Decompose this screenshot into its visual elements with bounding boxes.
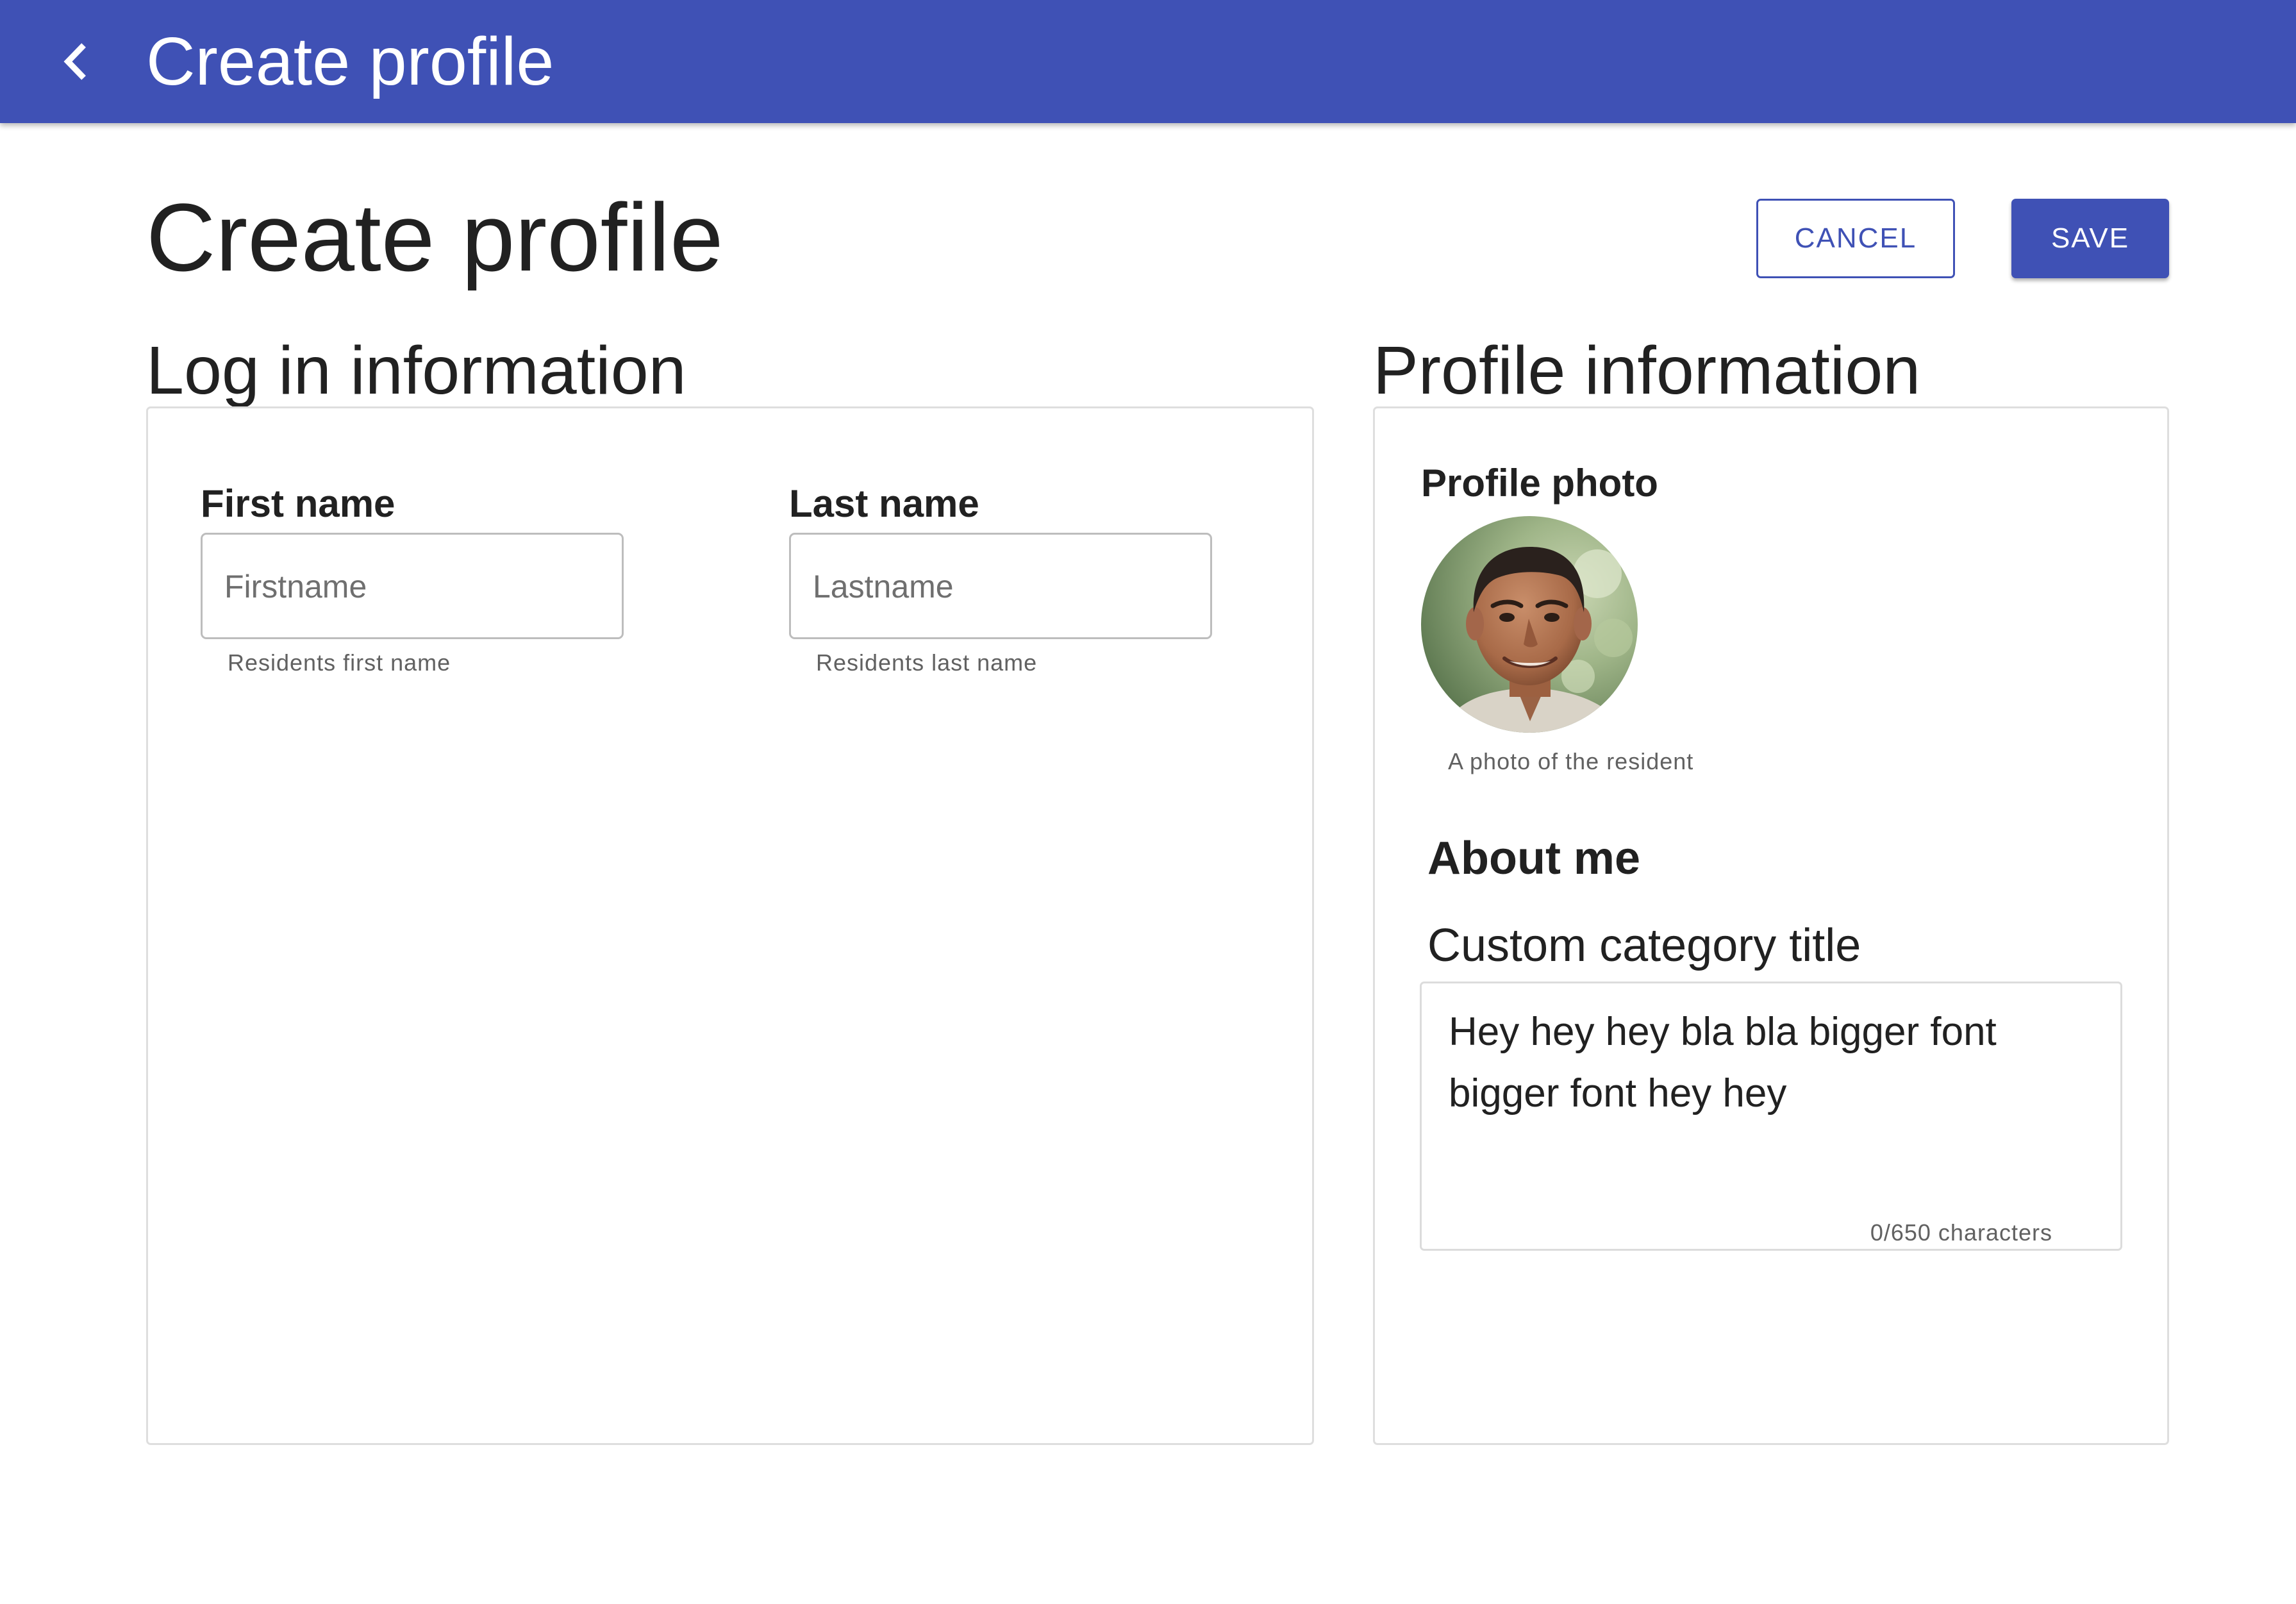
avatar[interactable]	[1421, 516, 1638, 733]
profile-photo-label: Profile photo	[1421, 462, 1658, 505]
last-name-input[interactable]	[811, 535, 1192, 639]
profile-info-card: Profile photo A photo of the resident Ab…	[1373, 406, 2169, 1445]
app-bar: Create profile	[0, 0, 2296, 123]
profile-section-title: Profile information	[1373, 333, 1921, 408]
custom-category-title: Custom category title	[1427, 920, 1861, 971]
about-me-textarea[interactable]: Hey hey hey bla bla bigger font bigger f…	[1420, 982, 2122, 1251]
cancel-button[interactable]: CANCEL	[1756, 199, 1955, 278]
first-name-helper: Residents first name	[228, 649, 451, 676]
about-me-text: Hey hey hey bla bla bigger font bigger f…	[1449, 1010, 1997, 1115]
first-name-field[interactable]	[201, 533, 624, 639]
login-section-title: Log in information	[146, 333, 686, 408]
character-counter: 0/650 characters	[1870, 1219, 2052, 1246]
profile-photo	[1421, 516, 1638, 733]
page-title: Create profile	[146, 183, 724, 291]
last-name-field[interactable]	[789, 533, 1212, 639]
app-bar-title: Create profile	[146, 24, 554, 99]
save-button[interactable]: SAVE	[2011, 199, 2169, 278]
login-info-card: First name Residents first name Last nam…	[146, 406, 1314, 1445]
back-button[interactable]	[36, 23, 113, 100]
first-name-input[interactable]	[223, 535, 604, 639]
about-me-heading: About me	[1427, 833, 1640, 884]
chevron-left-icon	[63, 43, 86, 80]
last-name-helper: Residents last name	[816, 649, 1038, 676]
first-name-label: First name	[201, 482, 395, 525]
last-name-label: Last name	[789, 482, 979, 525]
profile-photo-helper: A photo of the resident	[1448, 748, 1694, 774]
